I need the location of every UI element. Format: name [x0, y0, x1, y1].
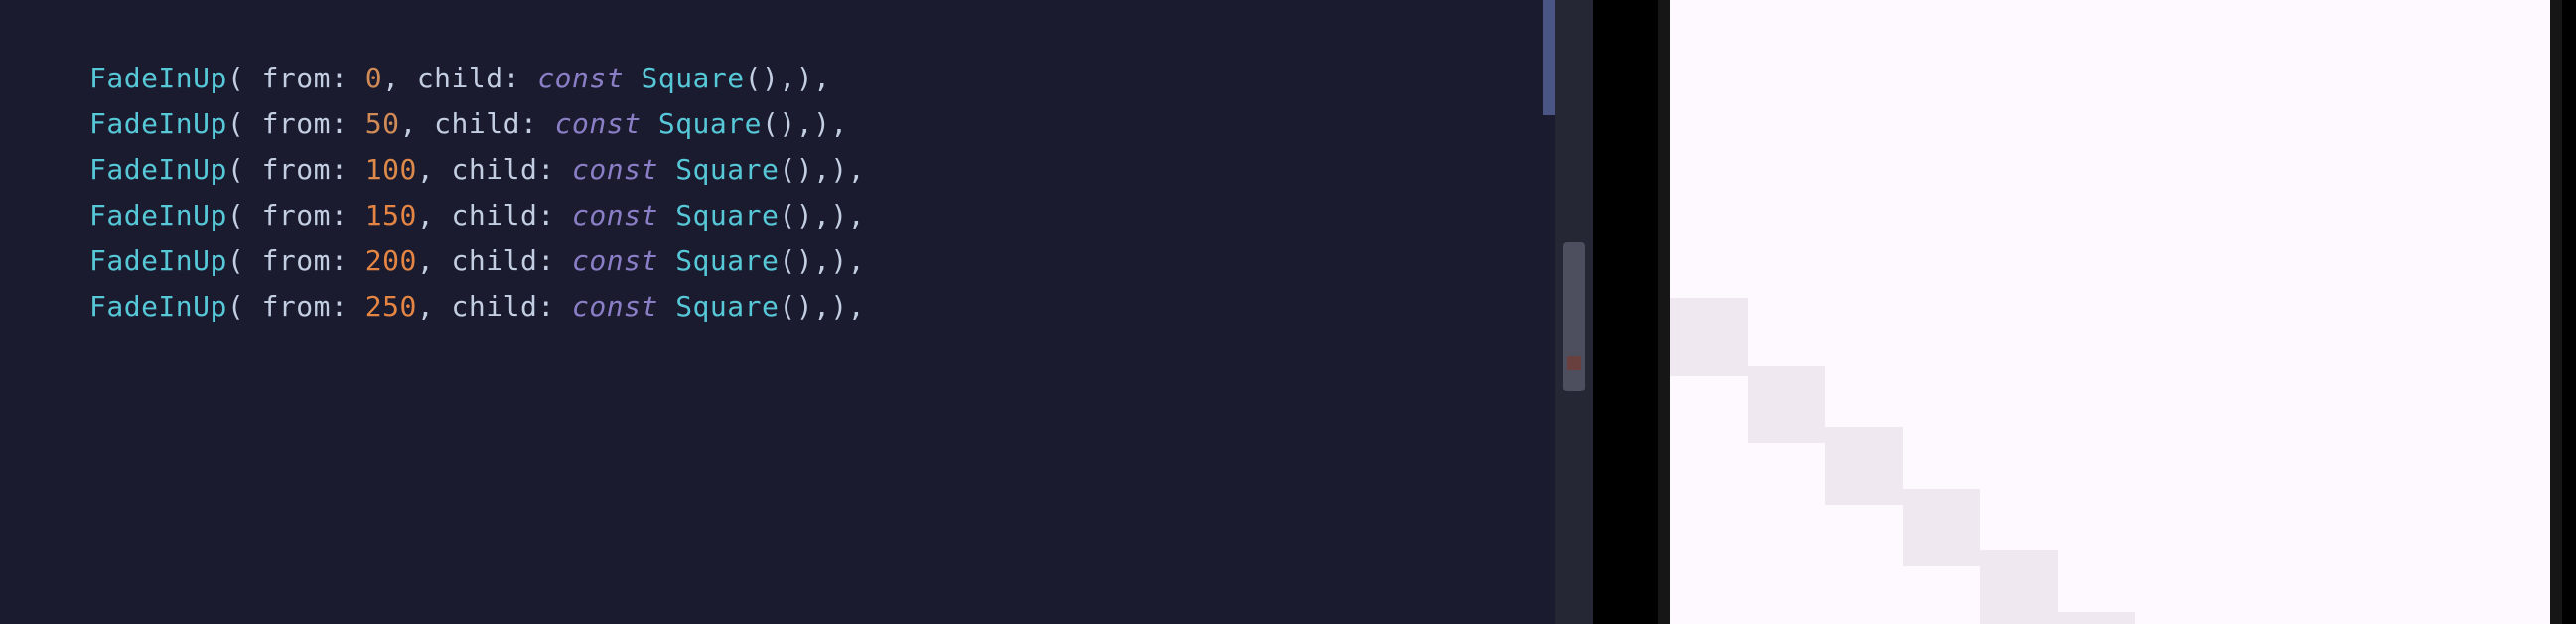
token-param: child: [452, 290, 538, 323]
token-identifier: FadeInUp: [89, 290, 227, 323]
token-punct: ,: [417, 244, 452, 277]
token-punct: (: [227, 62, 262, 94]
token-space: [658, 199, 675, 232]
token-punct: :: [331, 290, 365, 323]
token-number: 250: [365, 290, 417, 323]
token-param: child: [452, 153, 538, 186]
device-screen: [1670, 0, 2550, 624]
token-punct: :: [331, 244, 365, 277]
token-keyword: const: [555, 107, 642, 140]
device-bezel-right: [2562, 0, 2576, 624]
token-space: [624, 62, 641, 94]
scroll-indicator: [1543, 0, 1555, 115]
minimap-marker: [1567, 356, 1581, 370]
token-param: child: [452, 199, 538, 232]
token-punct: (),),: [762, 107, 848, 140]
token-punct: :: [331, 153, 365, 186]
token-punct: (: [227, 244, 262, 277]
token-punct: ,: [417, 199, 452, 232]
token-punct: (),),: [779, 199, 865, 232]
token-punct: (: [227, 199, 262, 232]
code-line: FadeInUp( from: 200, child: const Square…: [89, 238, 1555, 284]
minimap-gutter[interactable]: [1555, 0, 1593, 624]
token-number: 100: [365, 153, 417, 186]
preview-square: [1980, 550, 2058, 624]
token-punct: :: [331, 62, 365, 94]
token-punct: (),),: [779, 290, 865, 323]
preview-square: [2058, 612, 2135, 624]
token-identifier: FadeInUp: [89, 244, 227, 277]
code-line: FadeInUp( from: 50, child: const Square(…: [89, 101, 1555, 147]
code-editor[interactable]: FadeInUp( from: 0, child: const Square()…: [0, 0, 1555, 624]
token-number: 200: [365, 244, 417, 277]
token-punct: :: [503, 62, 538, 94]
token-param: child: [417, 62, 503, 94]
token-space: [658, 244, 675, 277]
token-punct: (: [227, 153, 262, 186]
token-space: [658, 153, 675, 186]
token-identifier: FadeInUp: [89, 153, 227, 186]
token-punct: ,: [417, 153, 452, 186]
token-punct: (),),: [779, 244, 865, 277]
token-punct: (),),: [745, 62, 831, 94]
token-type: Square: [675, 199, 779, 232]
token-keyword: const: [572, 244, 658, 277]
device-bezel-left: [1593, 0, 1658, 624]
device-frame: [1658, 0, 2562, 624]
token-param: from: [262, 199, 331, 232]
code-block: FadeInUp( from: 0, child: const Square()…: [89, 56, 1555, 330]
token-punct: :: [537, 290, 572, 323]
token-param: from: [262, 290, 331, 323]
preview-square: [1670, 298, 1748, 376]
token-param: child: [434, 107, 520, 140]
token-punct: :: [520, 107, 555, 140]
token-type: Square: [675, 153, 779, 186]
token-number: 0: [365, 62, 382, 94]
token-space: [658, 290, 675, 323]
preview-square: [1825, 427, 1903, 505]
token-param: from: [262, 62, 331, 94]
token-param: from: [262, 153, 331, 186]
token-identifier: FadeInUp: [89, 199, 227, 232]
code-line: FadeInUp( from: 250, child: const Square…: [89, 284, 1555, 330]
token-identifier: FadeInUp: [89, 107, 227, 140]
token-identifier: FadeInUp: [89, 62, 227, 94]
token-number: 150: [365, 199, 417, 232]
token-type: Square: [641, 62, 744, 94]
token-punct: ,: [382, 62, 417, 94]
code-line: FadeInUp( from: 100, child: const Square…: [89, 147, 1555, 193]
token-number: 50: [365, 107, 400, 140]
token-keyword: const: [572, 153, 658, 186]
token-punct: :: [331, 107, 365, 140]
token-punct: ,: [399, 107, 434, 140]
token-type: Square: [675, 290, 779, 323]
device-preview: [1593, 0, 2576, 624]
token-punct: :: [331, 199, 365, 232]
token-param: from: [262, 107, 331, 140]
token-param: child: [452, 244, 538, 277]
preview-square: [1903, 489, 1980, 566]
token-param: from: [262, 244, 331, 277]
preview-square: [1748, 366, 1825, 443]
token-punct: ,: [417, 290, 452, 323]
code-line: FadeInUp( from: 0, child: const Square()…: [89, 56, 1555, 101]
token-type: Square: [675, 244, 779, 277]
code-line: FadeInUp( from: 150, child: const Square…: [89, 193, 1555, 238]
token-punct: (: [227, 290, 262, 323]
token-keyword: const: [572, 290, 658, 323]
token-keyword: const: [572, 199, 658, 232]
token-punct: (),),: [779, 153, 865, 186]
token-type: Square: [658, 107, 762, 140]
token-punct: :: [537, 244, 572, 277]
token-punct: :: [537, 153, 572, 186]
token-keyword: const: [537, 62, 624, 94]
token-space: [641, 107, 657, 140]
token-punct: (: [227, 107, 262, 140]
token-punct: :: [537, 199, 572, 232]
